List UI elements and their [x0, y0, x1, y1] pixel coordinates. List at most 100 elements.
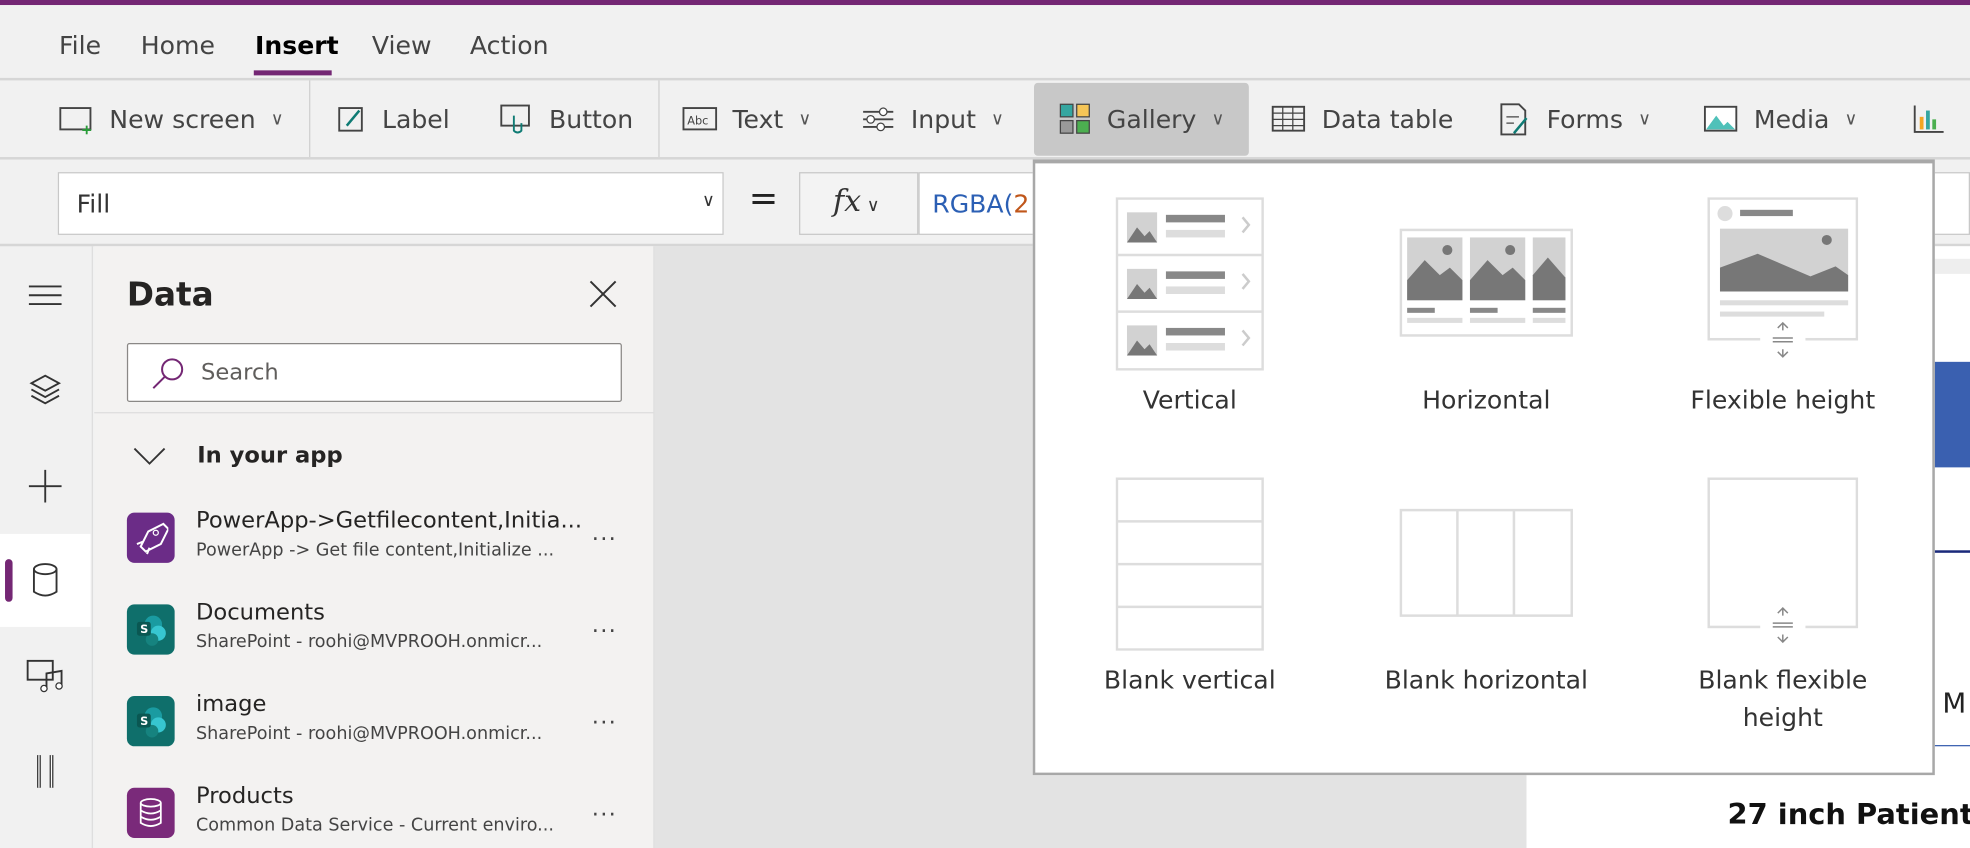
new-screen-button[interactable]: New screen ∨	[59, 80, 284, 157]
blank-vertical-gallery-icon	[1115, 477, 1264, 651]
database-icon	[32, 563, 58, 597]
blank-horizontal-gallery-icon	[1399, 508, 1573, 617]
database-icon	[126, 787, 175, 839]
label-button[interactable]: Label	[337, 80, 450, 157]
list-item[interactable]: Products Common Data Service - Current e…	[126, 778, 630, 848]
gallery-dropdown: Vertical Horizontal Flexible height Blan…	[1032, 159, 1935, 776]
label-icon	[338, 106, 363, 131]
forms-button[interactable]: Forms ∨	[1499, 80, 1651, 157]
group-label: In your app	[197, 442, 343, 469]
data-table-button[interactable]: Data table	[1271, 80, 1453, 157]
text-button[interactable]: Abc Text ∨	[682, 80, 811, 157]
divider	[658, 80, 660, 158]
plus-icon	[28, 469, 62, 503]
gallery-option-blank-flexible-height[interactable]: Blank flexible height	[1635, 477, 1932, 736]
forms-label: Forms	[1546, 103, 1624, 134]
active-tab-underline	[253, 70, 332, 76]
input-icon	[863, 106, 894, 131]
tab-insert[interactable]: Insert	[255, 30, 339, 60]
equals-sign: =	[748, 177, 779, 219]
text-icon: Abc	[682, 106, 718, 130]
charts-button[interactable]	[1912, 80, 1945, 157]
fx-icon: fx	[832, 183, 862, 219]
input-button[interactable]: Input ∨	[861, 80, 1004, 157]
panel-title: Data	[126, 276, 214, 315]
chevron-down-icon: ∨	[798, 108, 812, 129]
close-icon	[589, 280, 617, 308]
tools-icon	[37, 755, 54, 788]
product-title: 27 inch Patient I	[1727, 799, 1970, 832]
button-label: Button	[549, 103, 634, 134]
option-label: Flexible height	[1690, 384, 1876, 415]
option-label: Vertical	[1142, 384, 1237, 415]
button-button[interactable]: Button	[499, 80, 633, 157]
tab-home[interactable]: Home	[141, 30, 215, 60]
property-value: Fill	[76, 188, 111, 219]
data-panel: Data Search In your app PowerApp->Getfil…	[94, 246, 655, 848]
more-options-button[interactable]: ...	[592, 795, 617, 821]
more-options-button[interactable]: ...	[592, 704, 617, 730]
chevron-down-icon: ∨	[991, 108, 1004, 129]
group-in-your-app[interactable]: In your app	[132, 442, 343, 469]
item-name: Products	[195, 782, 294, 810]
svg-text:S: S	[140, 715, 148, 728]
data-table-label: Data table	[1321, 103, 1454, 134]
item-source: SharePoint - roohi@MVPROOH.onmicr...	[195, 723, 543, 744]
option-label: Blank horizontal	[1384, 664, 1589, 695]
gallery-option-flexible-height[interactable]: Flexible height	[1635, 197, 1932, 418]
divider	[94, 412, 655, 414]
svg-text:Abc: Abc	[687, 114, 708, 127]
chevron-down-icon: ∨	[1211, 109, 1225, 130]
vertical-gallery-icon	[1115, 197, 1264, 371]
hamburger-menu-button[interactable]	[0, 249, 90, 342]
option-label: Horizontal	[1422, 384, 1551, 415]
rocket-icon	[126, 512, 175, 563]
media-button[interactable]: Media ∨	[1703, 80, 1858, 157]
tab-view[interactable]: View	[372, 30, 432, 60]
close-panel-button[interactable]	[588, 279, 618, 314]
input-label: Input	[910, 103, 976, 134]
new-screen-label: New screen	[109, 103, 256, 134]
data-button[interactable]	[0, 533, 91, 627]
item-name: image	[195, 691, 267, 718]
media-rail-button[interactable]	[0, 629, 90, 722]
item-name: Documents	[195, 599, 325, 626]
tab-action[interactable]: Action	[470, 30, 549, 60]
gallery-option-blank-horizontal[interactable]: Blank horizontal	[1338, 477, 1635, 698]
chevron-down-icon: ∨	[1844, 108, 1858, 129]
search-input[interactable]: Search	[126, 342, 622, 403]
gallery-option-horizontal[interactable]: Horizontal	[1338, 197, 1635, 418]
hamburger-icon	[28, 285, 62, 305]
header-bar	[1931, 361, 1970, 468]
gallery-option-blank-vertical[interactable]: Blank vertical	[1042, 477, 1339, 698]
ribbon: New screen ∨ Label Button Abc Text ∨ Input…	[0, 77, 1970, 160]
insert-button[interactable]	[0, 440, 90, 533]
advanced-tools-button[interactable]	[0, 725, 90, 818]
more-options-button[interactable]: ...	[592, 612, 617, 638]
list-item[interactable]: PowerApp->Getfilecontent,Initia... Power…	[126, 503, 630, 573]
property-dropdown[interactable]: Fill ∨	[57, 172, 724, 235]
item-name: PowerApp->Getfilecontent,Initia...	[195, 507, 583, 534]
fx-button[interactable]: fx ∨	[799, 172, 919, 235]
tab-file[interactable]: File	[59, 30, 101, 60]
divider	[1931, 745, 1970, 747]
svg-text:S: S	[140, 623, 148, 636]
tree-view-button[interactable]	[0, 343, 90, 436]
option-label: Blank flexible height	[1698, 664, 1868, 733]
chevron-down-icon: ∨	[270, 108, 284, 129]
gallery-label: Gallery	[1106, 104, 1197, 135]
list-item[interactable]: S image SharePoint - roohi@MVPROOH.onmic…	[126, 686, 630, 756]
formula-function: RGBA(	[932, 188, 1014, 219]
gallery-option-vertical[interactable]: Vertical	[1042, 197, 1339, 418]
more-options-button[interactable]: ...	[592, 520, 617, 546]
media-label: Media	[1753, 103, 1830, 134]
label-label: Label	[381, 103, 450, 134]
layers-icon	[29, 374, 62, 405]
data-table-icon	[1271, 105, 1306, 131]
search-icon	[152, 357, 184, 389]
list-item[interactable]: S Documents SharePoint - roohi@MVPROOH.o…	[126, 594, 630, 664]
divider	[309, 80, 311, 158]
gallery-button[interactable]: Gallery ∨	[1034, 82, 1250, 156]
sharepoint-icon: S	[126, 604, 175, 655]
gallery-icon	[1059, 103, 1090, 134]
